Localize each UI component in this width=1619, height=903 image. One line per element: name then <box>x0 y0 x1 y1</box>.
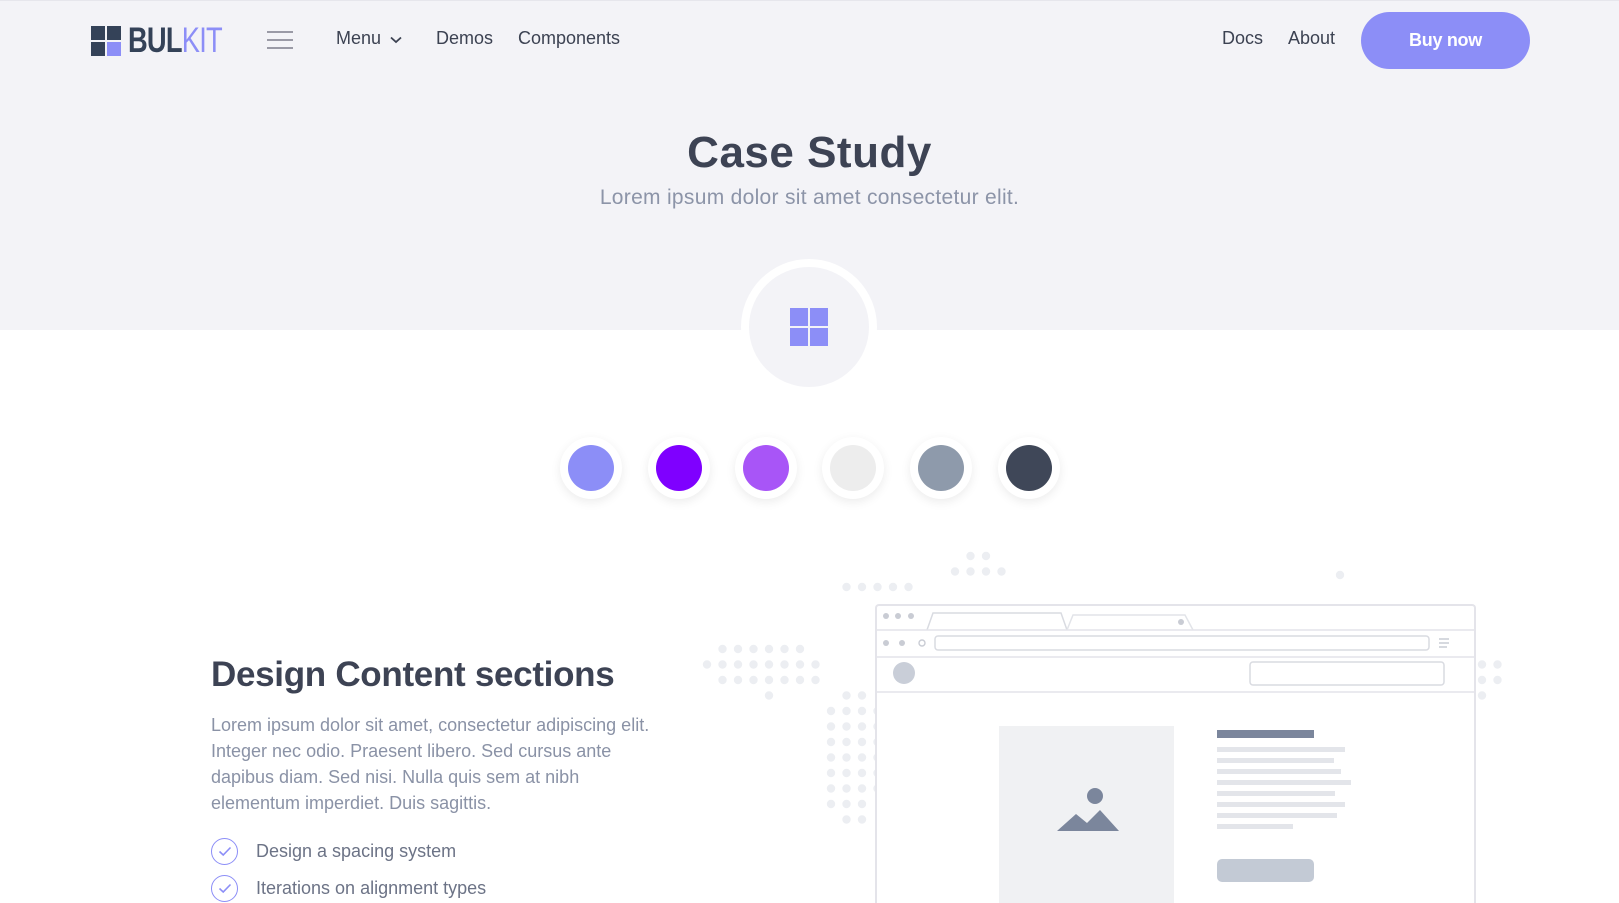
browser-illustration <box>670 550 1530 903</box>
checklist-label: Design a spacing system <box>256 841 457 861</box>
brand-logo[interactable]: BULKIT <box>91 21 248 60</box>
hero-icon-badge <box>749 267 869 387</box>
nav-link-about[interactable]: About <box>1288 28 1335 49</box>
logo-wordmark: BULKIT <box>128 21 223 60</box>
color-swatch[interactable] <box>822 437 884 499</box>
check-icon <box>211 838 238 865</box>
browser-mockup <box>875 604 1476 903</box>
section-title: Design Content sections <box>211 655 615 694</box>
checklist-item: Design a spacing system <box>211 833 486 870</box>
check-icon <box>211 875 238 902</box>
color-swatch[interactable] <box>735 437 797 499</box>
chevron-down-icon <box>390 36 402 44</box>
grid-icon <box>790 308 828 346</box>
nav-menu-dropdown[interactable]: Menu <box>336 28 402 49</box>
color-swatch[interactable] <box>560 437 622 499</box>
navbar: BULKIT Menu Demos Components Docs About … <box>0 0 1619 80</box>
feature-checklist: Design a spacing system Iterations on al… <box>211 833 486 903</box>
page-title: Case Study <box>687 128 932 177</box>
color-swatch[interactable] <box>910 437 972 499</box>
buy-now-button[interactable]: Buy now <box>1361 12 1530 69</box>
color-swatch[interactable] <box>998 437 1060 499</box>
nav-link-docs[interactable]: Docs <box>1222 28 1263 49</box>
section-description: Lorem ipsum dolor sit amet, consectetur … <box>211 715 650 813</box>
nav-link-demos[interactable]: Demos <box>436 28 493 49</box>
color-swatch[interactable] <box>648 437 710 499</box>
nav-menu-label: Menu <box>336 28 382 48</box>
checklist-label: Iterations on alignment types <box>256 878 487 898</box>
logo-mark-icon <box>91 26 121 56</box>
nav-link-components[interactable]: Components <box>518 28 620 49</box>
checklist-item: Iterations on alignment types <box>211 870 486 903</box>
hamburger-menu-icon[interactable] <box>267 31 293 49</box>
page-subtitle: Lorem ipsum dolor sit amet consectetur e… <box>599 186 1020 209</box>
